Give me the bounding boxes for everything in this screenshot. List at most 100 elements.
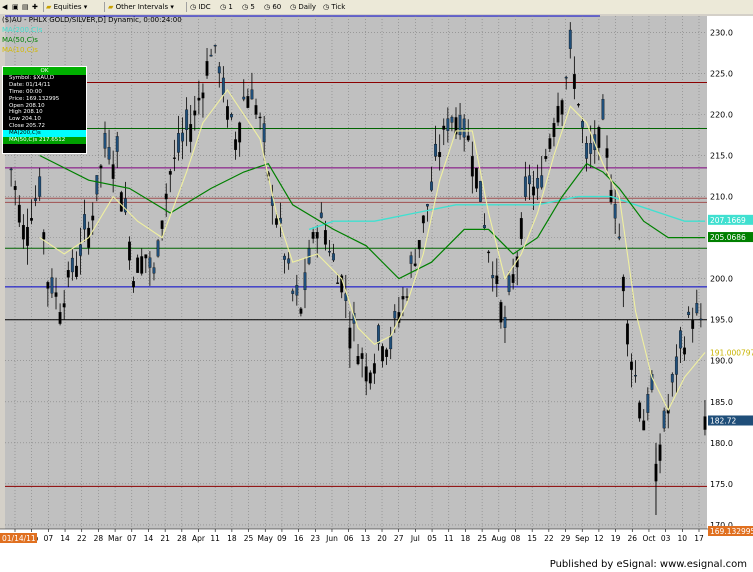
chevron-down-icon: ▾ [170, 3, 174, 11]
candle-body [540, 175, 544, 188]
x-tick-label: Mar [108, 534, 123, 543]
candle-body [409, 255, 413, 264]
info-price: Price: 169.132995 [9, 95, 60, 102]
candle-body [483, 225, 486, 229]
candle-body [348, 327, 352, 349]
candle-body [613, 203, 617, 219]
equities-dropdown[interactable]: ▰ Equities ▾ [46, 2, 87, 12]
info-ma200: MA(200,C)s [3, 130, 86, 138]
tick-button[interactable]: ◷ Tick [323, 2, 345, 12]
x-tick-label: Apr [192, 534, 206, 543]
value-label: 207.1669 [710, 216, 746, 225]
candle-body [458, 115, 462, 136]
candle-body [523, 176, 527, 197]
candle-body [658, 444, 662, 461]
interval-1-label: 1 [228, 3, 233, 11]
candle-body [646, 394, 650, 413]
x-tick-label: 28 [94, 534, 104, 543]
y-tick-label: 210.0 [710, 193, 733, 202]
candle-body [625, 323, 629, 345]
candle-body [446, 118, 450, 131]
candle-body [356, 356, 360, 365]
candle-body [413, 263, 417, 266]
candle-body [638, 402, 642, 419]
y-tick-label: 185.0 [710, 398, 733, 407]
candle-body [462, 118, 466, 138]
candle-body [21, 225, 25, 240]
x-tick-label: 28 [177, 534, 187, 543]
candle-body [172, 157, 176, 159]
info-date: Date: 01/14/11 [9, 81, 51, 88]
candle-body [303, 272, 307, 291]
candle-body [421, 215, 425, 224]
candle-body [205, 61, 209, 76]
candle-body [258, 116, 262, 119]
candle-body [544, 156, 548, 159]
interval-5-button[interactable]: ◷ 5 [242, 2, 255, 12]
interval-1-button[interactable]: ◷ 1 [220, 2, 233, 12]
candle-body [360, 353, 364, 359]
candle-body [585, 143, 589, 159]
candle-body [152, 267, 156, 274]
candle-body [315, 232, 319, 239]
cursor-icon[interactable]: ✚ [32, 2, 38, 12]
candle-body [491, 275, 495, 279]
interval-5-label: 5 [250, 3, 255, 11]
candle-body [332, 253, 335, 261]
x-tick-label: Jul [410, 534, 420, 543]
candle-body [556, 105, 560, 123]
candle-body [168, 171, 172, 175]
candle-body [536, 178, 540, 189]
candle-body [634, 375, 637, 377]
x-tick-label: 25 [244, 534, 254, 543]
x-tick-label: 19 [611, 534, 621, 543]
info-box-header: OK [3, 67, 86, 75]
candle-body [617, 236, 621, 239]
candle-body [30, 218, 33, 221]
candle-body [479, 181, 482, 202]
candle-body [401, 296, 405, 300]
y-tick-label: 230.0 [710, 28, 733, 37]
candle-body [181, 132, 184, 142]
candle-body [470, 156, 474, 177]
daily-button[interactable]: ◷ Daily [290, 2, 316, 12]
x-tick-label: Sep [575, 534, 589, 543]
candle-body [13, 186, 17, 190]
candle-body [434, 143, 438, 157]
chart-area[interactable]: 230.0225.0220.0215.0210.0205.0200.0195.0… [0, 14, 753, 558]
back-icon[interactable]: ◀ [2, 2, 7, 12]
info-low: Low 204.10 [9, 116, 41, 123]
x-tick-label: 12 [594, 534, 604, 543]
candle-body [507, 275, 511, 292]
candle-body [209, 54, 213, 57]
price-axis-panel [707, 16, 753, 529]
interval-60-button[interactable]: ◷ 60 [264, 2, 281, 12]
candle-body [679, 330, 682, 349]
candle-body [564, 77, 568, 79]
toolbar: ◀ ▣ ▤ ✚ ▰ Equities ▾ ▰ Other Intervals ▾… [0, 0, 753, 15]
candle-body [295, 285, 299, 296]
other-intervals-dropdown[interactable]: ▰ Other Intervals ▾ [108, 2, 174, 12]
candle-body [601, 99, 605, 120]
link-icon[interactable]: ▤ [22, 2, 29, 12]
info-ma50: MA(50,C)s 217.6512 [3, 137, 86, 144]
candle-body [95, 175, 99, 195]
candle-body [164, 193, 168, 200]
idc-button[interactable]: ◷ IDC [190, 2, 211, 12]
new-chart-icon[interactable]: ▣ [12, 2, 19, 12]
candle-body [46, 282, 50, 289]
candle-body [466, 135, 470, 141]
folder-icon: ▰ [108, 3, 114, 11]
x-tick-label: 20 [377, 534, 387, 543]
x-tick-label: May [257, 534, 273, 543]
candle-body [250, 89, 254, 100]
y-tick-label: 175.0 [710, 480, 733, 489]
value-label: 191.000797 [710, 349, 753, 358]
candle-body [503, 317, 507, 328]
candle-body [99, 165, 103, 169]
candle-body [140, 256, 144, 274]
candle-body [262, 123, 266, 143]
x-tick-label: 07 [44, 534, 54, 543]
clock-icon: ◷ [290, 3, 297, 11]
price-chart[interactable]: 230.0225.0220.0215.0210.0205.0200.0195.0… [0, 14, 753, 558]
